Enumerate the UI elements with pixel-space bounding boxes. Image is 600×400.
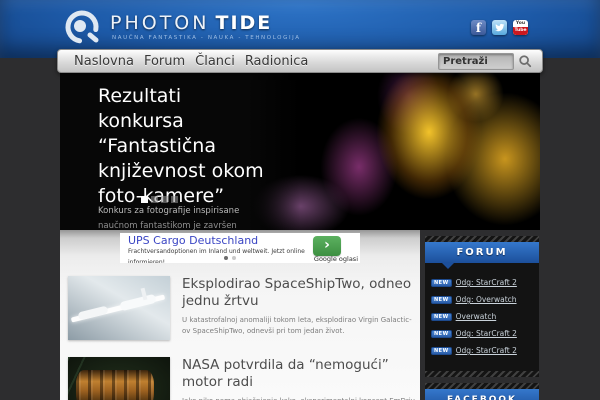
new-badge: NEW (431, 295, 452, 304)
social-links: f You Tube (471, 20, 528, 35)
article-title[interactable]: Eksplodirao SpaceShipTwo, odneo jednu žr… (182, 276, 418, 310)
ad-description-line2: informieren! (128, 259, 166, 263)
logo-tagline: NAUČNA FANTASTIKA - NAUKA - TEHNOLOGIJA (112, 35, 301, 41)
facebook-panel-header: FACEBOOK (425, 389, 539, 400)
youtube-icon-bottom-text: Tube (513, 27, 528, 35)
article-excerpt: U katastrofalnoj anomaliji tokom leta, e… (182, 316, 412, 335)
forum-topic[interactable]: NEW Overwatch (431, 312, 533, 321)
article-title[interactable]: NASA potvrdila da “nemogući” motor radi (182, 357, 418, 391)
engine-ring-details (76, 370, 154, 400)
new-badge: NEW (431, 278, 452, 287)
forum-topic-link[interactable]: Odg: StarCraft 2 (456, 329, 517, 338)
forum-topic-list: NEW Odg: StarCraft 2 NEW Odg: Overwatch … (425, 263, 539, 371)
nav-item-forum[interactable]: Forum (144, 54, 185, 69)
youtube-icon-top-text: You (515, 21, 526, 26)
photon-tide-logo-icon (65, 10, 99, 44)
new-badge: NEW (431, 312, 452, 321)
panel-header-notch (441, 262, 455, 269)
search-button[interactable] (514, 52, 536, 70)
facebook-panel-title: FACEBOOK (447, 394, 517, 400)
hero-title-line: Rezultati (98, 85, 182, 107)
ad-description: Frachtversandoptionen im Inland und welt… (128, 248, 305, 255)
slider-dot-1[interactable] (141, 196, 148, 203)
twitter-icon[interactable] (492, 20, 507, 35)
facebook-icon[interactable]: f (471, 20, 486, 35)
forum-panel-title: FORUM (456, 247, 508, 258)
slider-dot-2[interactable] (151, 196, 158, 203)
article-excerpt: Iako niko nema objašnjenje kako, eksperi… (182, 396, 418, 400)
forum-topic[interactable]: NEW Odg: StarCraft 2 (431, 329, 533, 338)
article-text: Eksplodirao SpaceShipTwo, odneo jednu žr… (182, 276, 418, 340)
ad-dot-active[interactable] (224, 256, 228, 260)
panel-texture-stripe (425, 371, 539, 377)
article-row: NASA potvrdila da “nemogući” motor radi … (68, 357, 420, 400)
plane-fuselage-shape (119, 293, 157, 312)
slider-dot-4[interactable] (171, 196, 178, 203)
logo-title-tide: TIDE (215, 12, 273, 34)
forum-topic-link[interactable]: Odg: StarCraft 2 (456, 278, 517, 287)
forum-panel-header: FORUM (425, 242, 539, 269)
sidebar: FORUM NEW Odg: StarCraft 2 NEW Odg: Over… (425, 236, 539, 400)
slider-pagination (141, 196, 178, 203)
hero-caption-line2: naučnom fantastikom je završen (98, 221, 237, 230)
main-nav: Naslovna Forum Članci Radionica (57, 49, 543, 73)
search-input[interactable] (438, 52, 514, 70)
hero-title-line: “Fantastična (98, 135, 216, 157)
hero-title-line: književnost okom (98, 160, 264, 182)
new-badge: NEW (431, 329, 452, 338)
article-thumbnail-spaceshiptwo[interactable] (68, 276, 170, 340)
ad-carousel-dots (224, 256, 236, 260)
nav-item-clanci[interactable]: Članci (195, 54, 235, 69)
slider-dot-3[interactable] (161, 196, 168, 203)
hero-slider: Rezultati konkursa “Fantastična književn… (60, 72, 540, 230)
plane-fuselage-shape (77, 305, 109, 321)
nav-search (438, 52, 536, 70)
site-logo[interactable]: PHOTON TIDE NAUČNA FANTASTIKA - NAUKA - T… (62, 7, 301, 47)
forum-topic[interactable]: NEW Odg: StarCraft 2 (431, 346, 533, 355)
hero-image-fade (248, 72, 540, 230)
hero-title-line: konkursa (98, 110, 184, 132)
forum-panel: FORUM NEW Odg: StarCraft 2 NEW Odg: Over… (425, 236, 539, 377)
page: PHOTON TIDE NAUČNA FANTASTIKA - NAUKA - T… (0, 0, 600, 400)
google-ads-attribution[interactable]: Google oglasi (314, 255, 358, 263)
forum-topic[interactable]: NEW Odg: Overwatch (431, 295, 533, 304)
magnifier-icon (519, 55, 532, 68)
hero-title[interactable]: Rezultati konkursa “Fantastična književn… (98, 84, 288, 209)
article-text: NASA potvrdila da “nemogući” motor radi … (182, 357, 418, 400)
logo-title-photon: PHOTON (110, 12, 210, 34)
nav-item-radionica[interactable]: Radionica (245, 54, 309, 69)
article-list: Eksplodirao SpaceShipTwo, odneo jednu žr… (60, 263, 420, 400)
facebook-panel: FACEBOOK (425, 383, 539, 400)
new-badge: NEW (431, 346, 452, 355)
youtube-icon[interactable]: You Tube (513, 20, 528, 35)
ad-cta-arrow-button[interactable]: › (313, 236, 341, 256)
hero-caption-line1: Konkurs za fotografije inspirisane (98, 206, 240, 216)
logo-text: PHOTON TIDE NAUČNA FANTASTIKA - NAUKA - T… (110, 13, 301, 41)
article-row: Eksplodirao SpaceShipTwo, odneo jednu žr… (68, 276, 420, 340)
forum-topic-link[interactable]: Overwatch (456, 312, 497, 321)
twitter-bird-glyph (495, 23, 505, 32)
nav-item-naslovna[interactable]: Naslovna (74, 54, 134, 69)
forum-topic[interactable]: NEW Odg: StarCraft 2 (431, 278, 533, 287)
article-thumbnail-emdrive[interactable] (68, 357, 170, 400)
forum-topic-link[interactable]: Odg: Overwatch (456, 295, 517, 304)
logo-title: PHOTON TIDE (110, 13, 301, 33)
main-column: UPS Cargo Deutschland Frachtversandoptio… (60, 230, 420, 400)
forum-topic-link[interactable]: Odg: StarCraft 2 (456, 346, 517, 355)
google-ad-banner[interactable]: UPS Cargo Deutschland Frachtversandoptio… (120, 233, 360, 263)
ad-dot[interactable] (232, 256, 236, 260)
ad-title-link[interactable]: UPS Cargo Deutschland (128, 234, 258, 247)
